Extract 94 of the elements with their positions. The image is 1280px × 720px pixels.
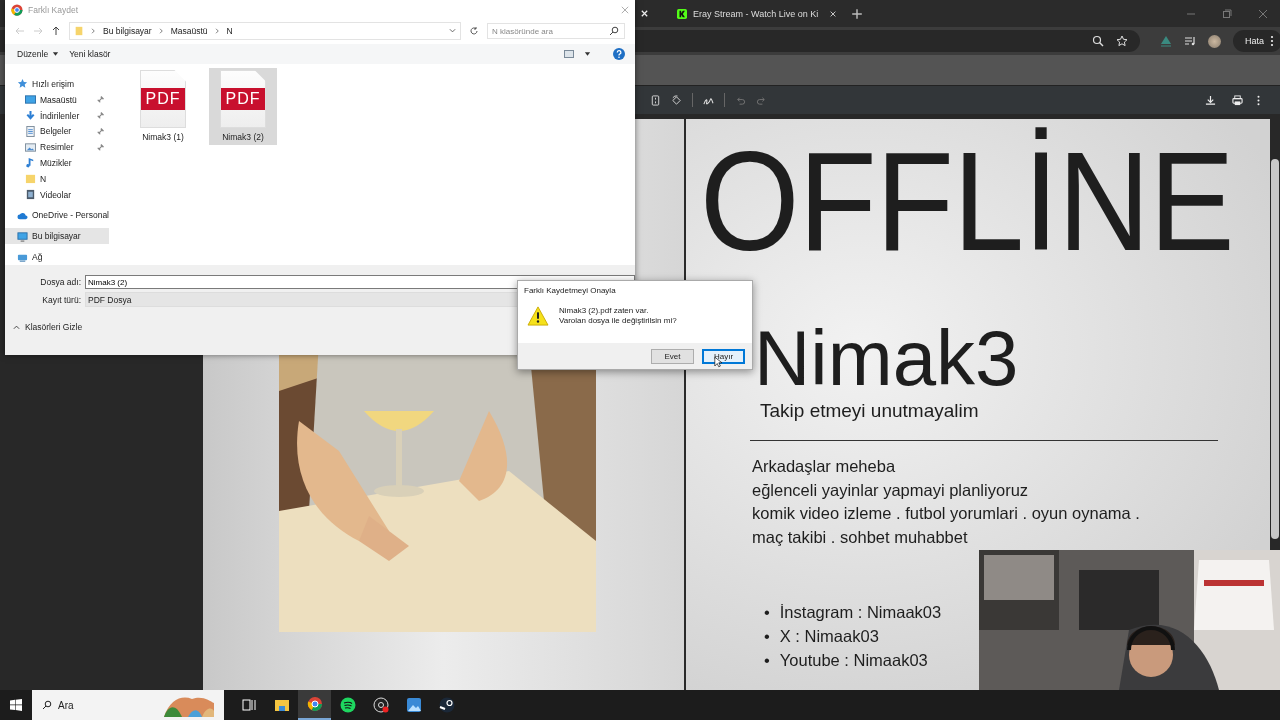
pin-icon[interactable] [97,143,104,151]
pin-icon[interactable] [97,112,104,120]
text-line: Arkadaşlar meheba [752,456,897,477]
breadcrumb-item[interactable]: Masaüstü [170,26,208,36]
page-fit-icon[interactable] [650,94,661,106]
list-item: X : Nimaak03 [779,625,879,647]
breadcrumb-item[interactable]: N [226,26,233,36]
folder-icon [25,173,36,185]
computer-icon [17,230,28,242]
bullet: • [764,601,770,623]
file-item[interactable]: PDF Nimak3 (1) [129,68,197,145]
bullet: • [764,625,770,647]
music-app-icon [339,697,356,713]
hide-folders-button[interactable]: Klasörleri Gizle [5,322,83,332]
chevron-icon [213,28,221,34]
search-field[interactable]: N klasöründe ara [487,23,625,39]
music-note-icon [25,157,36,169]
window-title: Farklı Kaydet [28,5,79,15]
breadcrumb-item[interactable]: Bu bilgisayar [103,26,152,36]
star-icon [17,78,28,90]
sidebar-item[interactable]: Resimler [5,139,109,156]
extension-icon[interactable] [1160,35,1172,47]
sidebar-item[interactable]: Belgeler [5,123,109,140]
download-icon[interactable] [1205,94,1216,106]
new-folder-button[interactable]: Yeni klasör [69,49,111,59]
rotate-icon[interactable] [671,94,682,106]
text-line: komik video izleme . futbol yorumlari . oyun oynama . [752,503,1141,525]
dialog-title: Farklı Kaydetmeyi Onayla [524,286,617,295]
dialog-button[interactable]: Hayır [702,348,745,364]
browser-tab[interactable]: Eray Stream - Watch Live on Ki [657,0,821,27]
help-icon[interactable] [613,48,625,60]
file-item[interactable]: PDF Nimak3 (2) [209,68,277,145]
film-icon [25,189,36,201]
text-line: maç takibi . sohbet muhabbet [752,527,969,549]
tagline: Takip etmeyi unutmayalim [760,400,980,422]
title: Nimak3 [754,319,1020,397]
chevron-icon [157,28,165,34]
list-item: İnstagram : Nimaak03 [779,601,942,623]
sidebar-item[interactable]: Hızlı erişim [5,76,109,92]
photos-icon [405,697,422,713]
folder-icon [74,26,84,36]
dialog-button[interactable]: Evet [651,348,694,364]
profile-button[interactable]: Hata [1233,30,1280,52]
pdf-file-icon: PDF [140,70,186,128]
sidebar-item[interactable]: OneDrive - Personal [5,207,109,224]
browser-icon [306,696,323,712]
message-text: Varolan dosya ile değiştirilsin mi? [559,316,677,326]
field-label: Dosya adı: [39,277,82,287]
avatar-icon[interactable] [1208,34,1221,48]
download-icon [25,110,36,122]
desktop-icon [25,94,36,106]
sidebar-item[interactable]: Videolar [5,186,109,203]
pdf-file-icon: PDF [220,70,266,128]
steam-icon [438,697,455,713]
plus-icon[interactable] [851,7,863,20]
more-icon[interactable] [1270,35,1274,47]
star-icon[interactable] [1116,35,1128,47]
media-icon[interactable] [1184,35,1196,47]
field-label: Kayıt türü: [41,294,82,305]
search-field[interactable]: Ara [32,690,224,720]
organize-button[interactable]: Düzenle [17,49,60,59]
sidebar-item[interactable]: İndirilenler [5,107,109,124]
k-logo-icon [677,8,687,19]
zoom-icon[interactable] [1092,35,1104,47]
chevron-icon [90,28,97,34]
refresh-icon[interactable] [469,26,479,36]
view-icon[interactable] [564,49,574,59]
sidebar-item[interactable]: Müzikler [5,155,109,171]
up-icon[interactable] [51,26,61,36]
sidebar-item[interactable]: N [5,170,109,187]
pin-icon[interactable] [97,96,104,104]
message-text: Nimak3 (2).pdf zaten var. [559,306,650,316]
taskbar-app[interactable] [298,690,331,720]
text-line: eğlenceli yayinlar yapmayi planliyoruz [752,479,1030,501]
bullet: • [764,649,770,671]
task-view-icon [240,697,257,713]
windows-logo-icon[interactable] [10,699,22,711]
picture-icon [25,141,36,153]
restore-icon[interactable] [1222,8,1232,19]
sidebar-item[interactable]: Masaüstü [5,91,109,108]
sidebar-item[interactable]: Ağ [5,249,109,265]
print-icon[interactable] [1232,94,1243,106]
address-field[interactable]: Bu bilgisayar Masaüstü N [69,22,461,40]
list-item: Youtube : Nimaak03 [779,649,928,671]
caret-icon [13,324,20,330]
scrollbar[interactable] [1271,159,1279,539]
sidebar-item[interactable]: Bu bilgisayar [5,228,109,245]
close-icon[interactable] [829,9,837,18]
browser-icon [11,4,23,16]
warning-icon [527,306,549,326]
pin-icon[interactable] [97,127,104,135]
record-icon [372,697,389,713]
folder-icon [273,697,290,713]
document-icon [25,125,36,137]
